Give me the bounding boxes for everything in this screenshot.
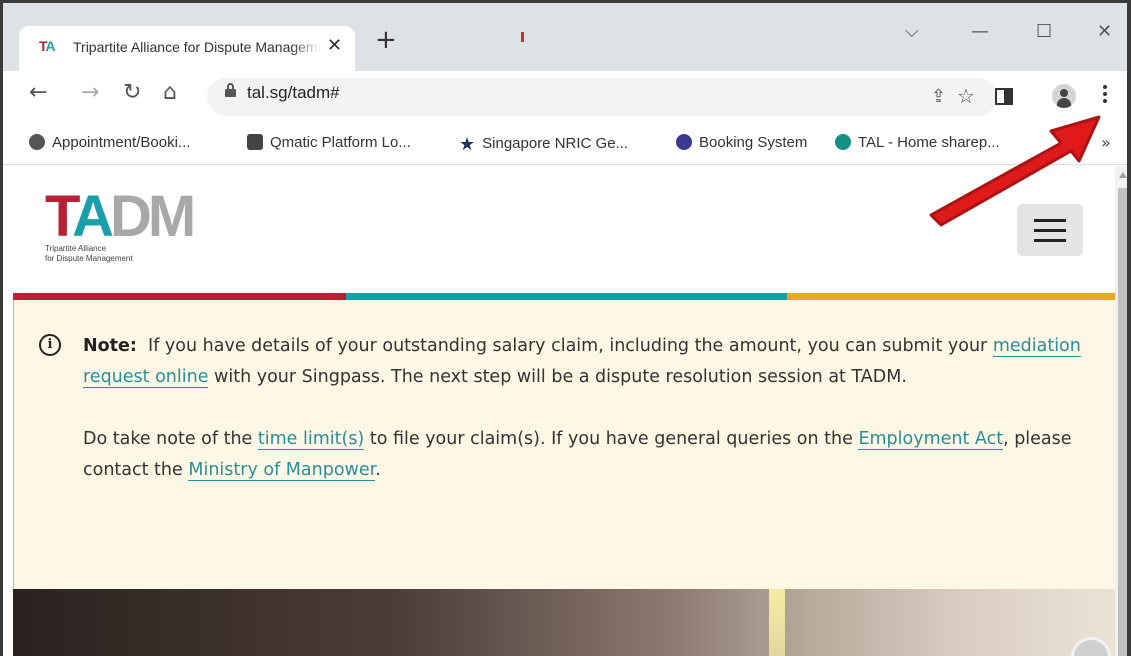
hero-circle xyxy=(1071,637,1111,656)
maximize-icon[interactable]: ☐ xyxy=(1036,21,1052,42)
note-text: Note: If you have details of your outsta… xyxy=(83,331,1093,486)
note-box: i Note: If you have details of your outs… xyxy=(13,300,1117,590)
note-text-b: with your Singpass. The next step will b… xyxy=(214,367,907,387)
brand-color-stripe xyxy=(13,293,1117,300)
close-window-icon[interactable]: ✕ xyxy=(1097,21,1112,42)
note-label: Note: xyxy=(83,336,137,356)
hamburger-menu-icon[interactable] xyxy=(1017,204,1083,256)
note-text-d: to file your claim(s). If you have gener… xyxy=(369,429,853,449)
bookmark-star-icon[interactable]: ☆ xyxy=(957,84,975,108)
minimize-icon[interactable]: — xyxy=(971,21,989,42)
note-text-a: If you have details of your outstanding … xyxy=(148,336,988,356)
tab-strip: TA Tripartite Alliance for Dispute Manag… xyxy=(3,3,1127,71)
tab-tadm[interactable]: TA Tripartite Alliance for Dispute Manag… xyxy=(19,26,355,71)
tab-close-icon[interactable]: ✕ xyxy=(327,35,342,56)
bookmark-label: Qmatic Platform Lo... xyxy=(270,134,411,151)
new-tab-plus-icon[interactable]: + xyxy=(375,27,397,53)
hero-light-beam xyxy=(769,589,785,656)
bookmark-label: TAL - Home sharep... xyxy=(858,134,1000,151)
scroll-up-arrow-icon[interactable] xyxy=(1119,172,1127,178)
note-paragraph-2: Do take note of the time limit(s) to fil… xyxy=(83,424,1093,486)
bookmark-booking-system[interactable]: Booking System xyxy=(676,134,807,151)
tab-favicon: TA xyxy=(39,38,56,54)
note-text-c: Do take note of the xyxy=(83,429,253,449)
star-icon: ★ xyxy=(459,134,476,154)
bookmarks-bar: Appointment/Booki... Qmatic Platform Lo.… xyxy=(3,125,1127,165)
lock-icon[interactable] xyxy=(225,83,236,97)
note-paragraph-1: Note: If you have details of your outsta… xyxy=(83,331,1093,393)
forward-arrow-icon[interactable]: → xyxy=(81,81,99,105)
bookmark-appointment[interactable]: Appointment/Booki... xyxy=(29,134,190,151)
share-icon[interactable]: ⇪ xyxy=(931,86,946,107)
bookmark-tal-home[interactable]: TAL - Home sharep... xyxy=(835,134,1000,151)
note-text-f: . xyxy=(375,460,381,480)
home-icon[interactable]: ⌂ xyxy=(163,81,177,105)
tab-title: Tripartite Alliance for Dispute Manageme… xyxy=(73,39,321,55)
side-panel-icon[interactable] xyxy=(995,88,1013,105)
qmatic-icon xyxy=(247,134,263,150)
web-page: TADM Tripartite Alliance for Dispute Mana… xyxy=(3,166,1117,656)
logo-mark: TADM xyxy=(45,184,196,249)
browser-toolbar: ← → ↻ ⌂ tal.sg/tadm# ⇪ ☆ xyxy=(3,71,1127,125)
browser-window: TA Tripartite Alliance for Dispute Manag… xyxy=(0,0,1131,656)
scroll-thumb[interactable] xyxy=(1118,188,1127,656)
vertical-scrollbar[interactable] xyxy=(1115,166,1127,656)
globe-icon xyxy=(29,134,45,150)
sharepoint-icon xyxy=(835,134,851,150)
bookmark-nric[interactable]: ★ Singapore NRIC Ge... xyxy=(459,134,628,155)
employment-act-link[interactable]: Employment Act xyxy=(858,429,1004,450)
bookmark-label: Singapore NRIC Ge... xyxy=(482,135,629,152)
url-text[interactable]: tal.sg/tadm# xyxy=(247,83,340,103)
more-bookmarks-chevron-icon[interactable]: » xyxy=(1101,133,1111,152)
chevron-down-icon[interactable]: ⌵ xyxy=(905,21,919,42)
profile-avatar-icon[interactable] xyxy=(1052,84,1076,108)
ministry-of-manpower-link[interactable]: Ministry of Manpower xyxy=(188,460,376,481)
reload-icon[interactable]: ↻ xyxy=(123,81,141,105)
red-marker xyxy=(521,32,524,42)
hero-image xyxy=(13,589,1117,656)
kebab-menu-icon[interactable] xyxy=(1103,85,1107,106)
bookmark-qmatic[interactable]: Qmatic Platform Lo... xyxy=(247,134,411,151)
info-icon: i xyxy=(39,334,61,356)
back-arrow-icon[interactable]: ← xyxy=(29,81,47,105)
time-limit-link[interactable]: time limit(s) xyxy=(257,429,365,450)
bookmark-label: Booking System xyxy=(699,134,808,151)
bookmark-label: Appointment/Booki... xyxy=(52,134,191,151)
tadm-logo[interactable]: TADM Tripartite Alliance for Dispute Mana… xyxy=(45,184,196,264)
booking-icon xyxy=(676,134,692,150)
